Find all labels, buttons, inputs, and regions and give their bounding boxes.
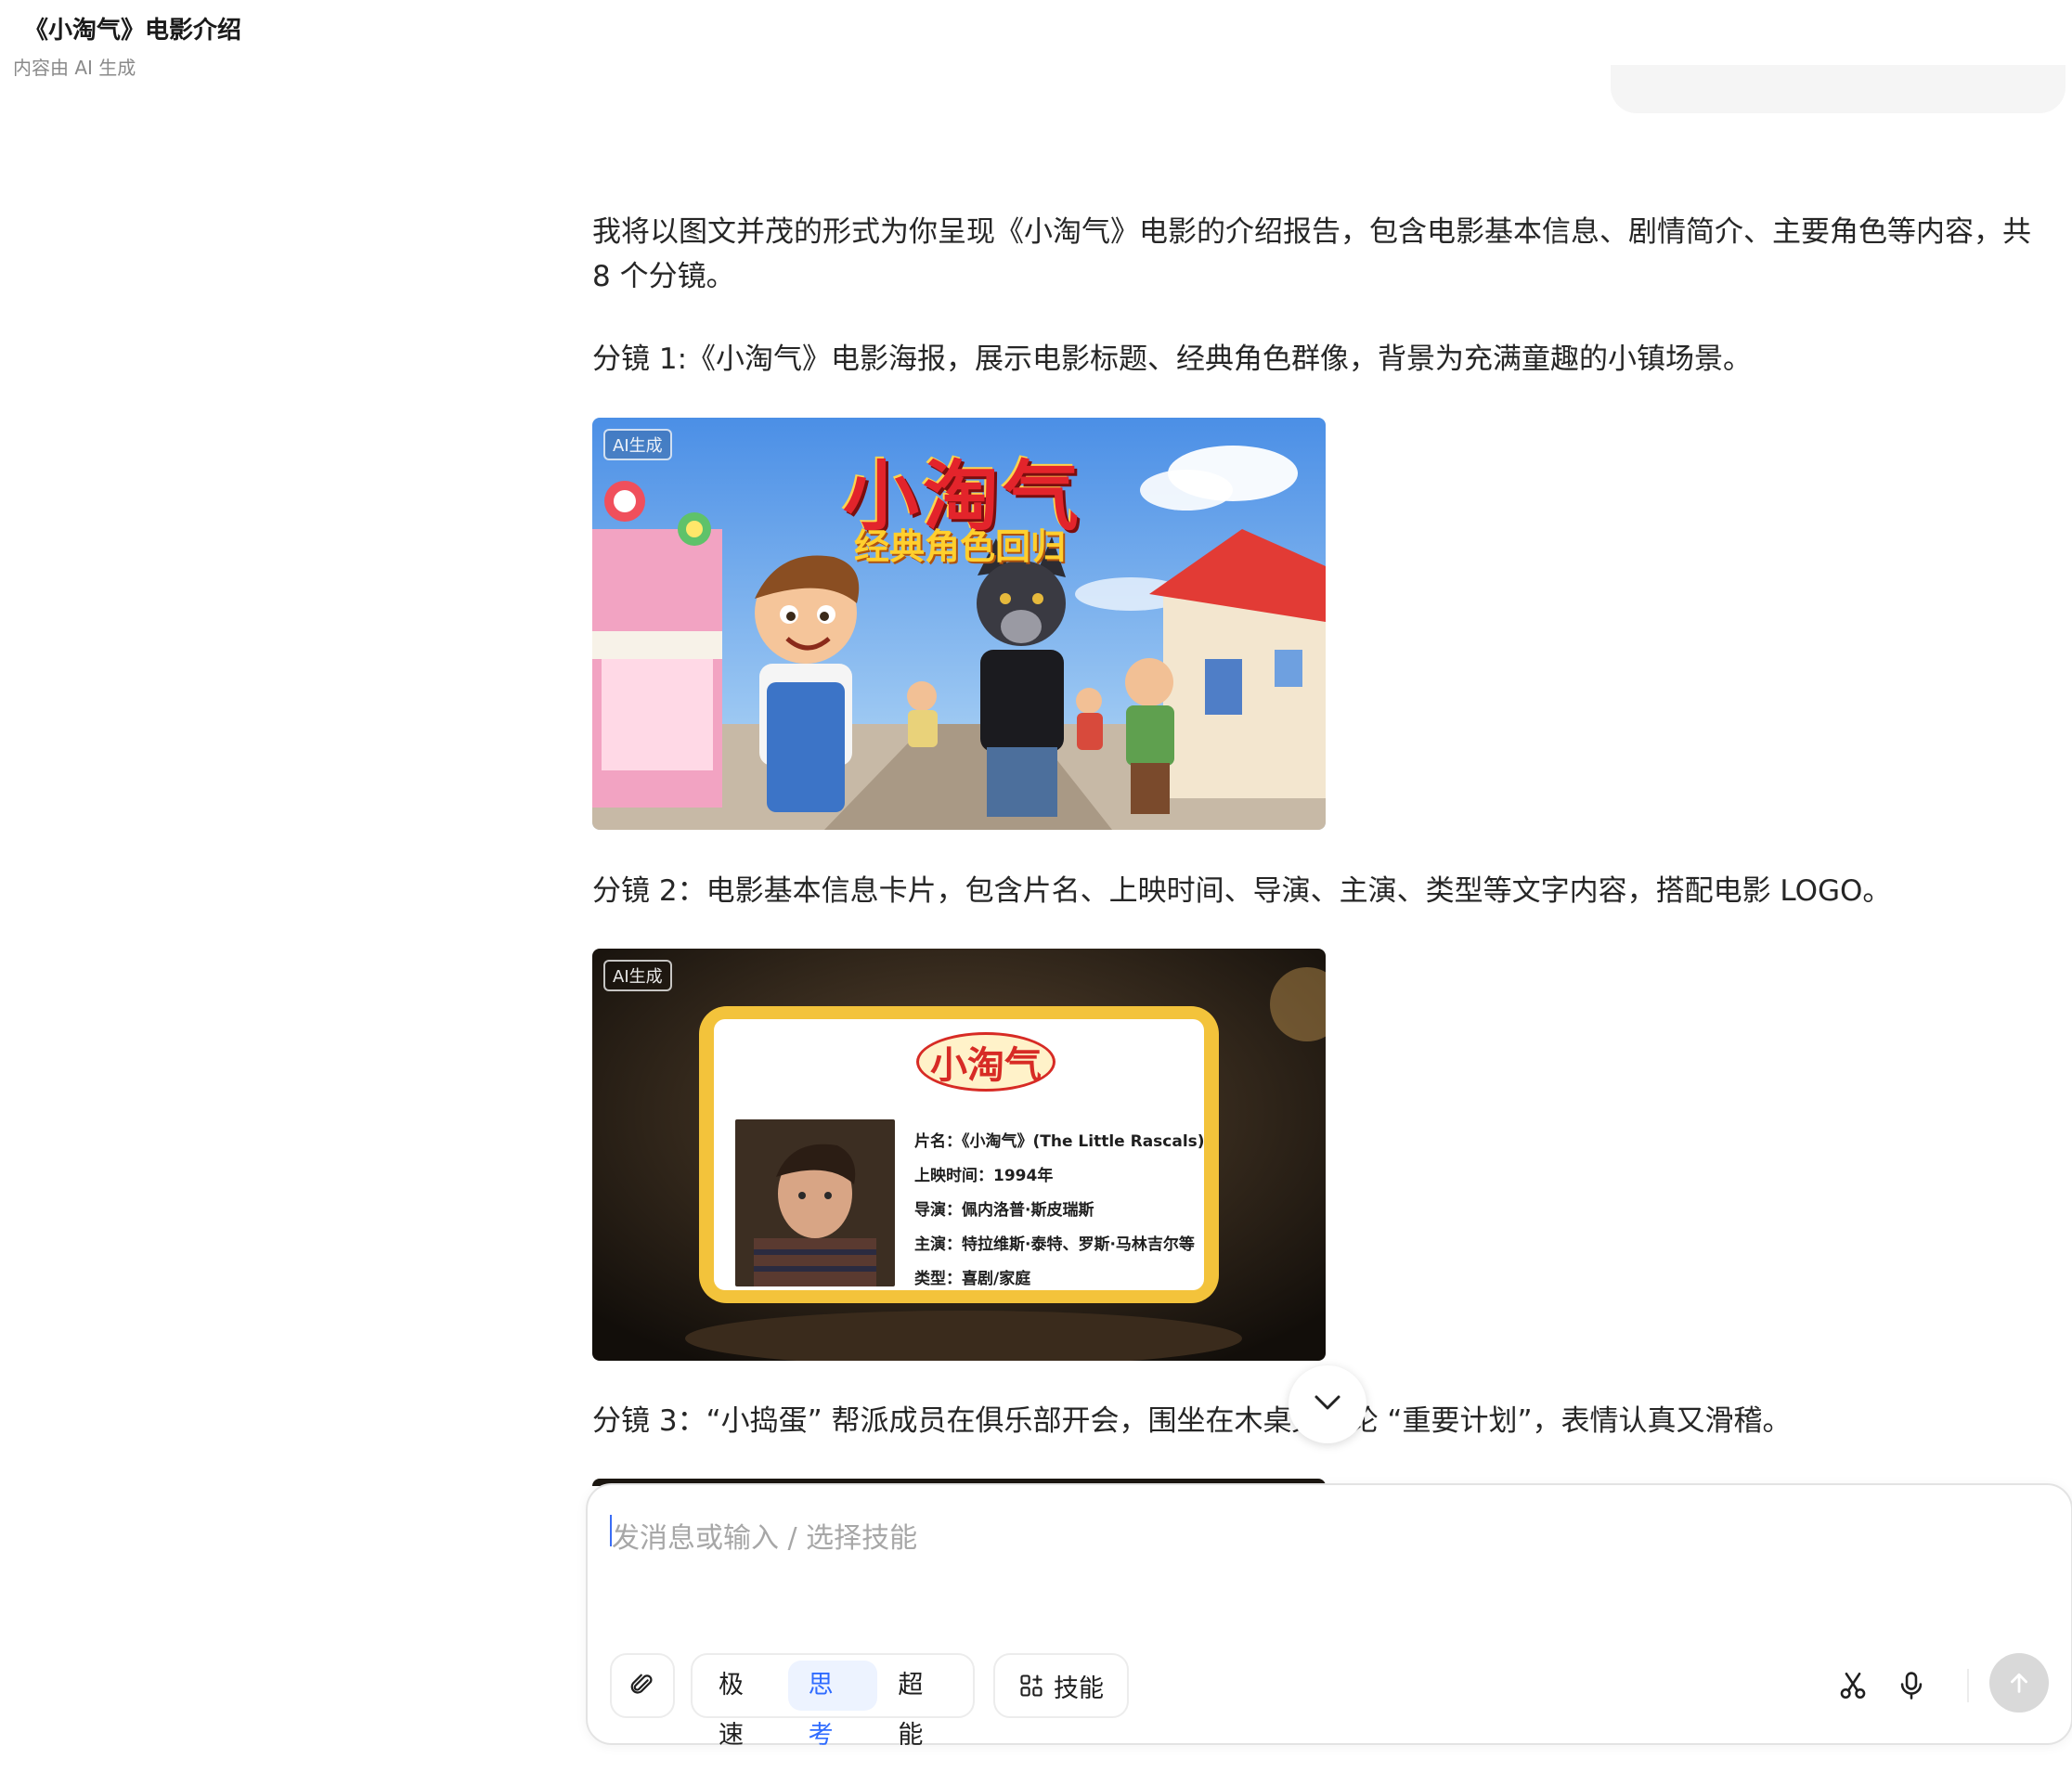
mode-fast[interactable]: 极速	[698, 1661, 788, 1750]
shot-3-text: 分镜 3：“小捣蛋” 帮派成员在俱乐部开会，围坐在木桌旁讨论 “重要计划”，表情…	[592, 1404, 1792, 1438]
ai-generated-badge: AI生成	[603, 960, 672, 991]
chevron-down-icon	[1314, 1395, 1340, 1410]
movie-info-lines: 片名：《小淘气》(The Little Rascals) 上映时间：1994年 …	[914, 1125, 1205, 1297]
info-card-image[interactable]: AI生成 小淘气 片名：《小淘气》(The Little Rascals) 上映…	[592, 949, 1326, 1361]
arrow-up-icon	[2011, 1673, 2027, 1693]
chat-header: 《小淘气》电影介绍 内容由 AI 生成	[0, 0, 2072, 113]
page-title: 《小淘气》电影介绍	[24, 17, 242, 45]
toolbar-divider	[1967, 1669, 1969, 1702]
skills-label: 技能	[1054, 1674, 1104, 1703]
attach-button[interactable]	[610, 1653, 675, 1718]
movie-info-card-body: 小淘气 片名：《小淘气》(The Little Rascals) 上映时间：19	[714, 1019, 1205, 1290]
paperclip-icon	[630, 1674, 653, 1694]
movie-info-card: 小淘气 片名：《小淘气》(The Little Rascals) 上映时间：19	[699, 1006, 1219, 1303]
info-line-director: 导演：佩内洛普·斯皮瑞斯	[914, 1201, 1094, 1220]
mode-super[interactable]: 超能	[877, 1661, 967, 1750]
voice-input-button[interactable]	[1885, 1660, 1937, 1712]
poster-subtitle-text: 经典角色回归	[854, 526, 1067, 567]
ai-generated-note: 内容由 AI 生成	[13, 57, 136, 79]
send-button[interactable]	[1989, 1653, 2049, 1713]
previous-user-message-bubble	[1611, 65, 2066, 113]
scissors-icon	[1840, 1672, 1866, 1700]
skills-grid-icon	[1020, 1674, 1042, 1697]
ai-generated-badge: AI生成	[603, 429, 672, 460]
shot-2-text: 分镜 2：电影基本信息卡片，包含片名、上映时间、导演、主演、类型等文字内容，搭配…	[592, 874, 1892, 908]
mode-selector: 极速 思考 超能	[691, 1653, 975, 1750]
screenshot-button[interactable]	[1827, 1660, 1879, 1712]
message-composer: 极速 思考 超能 技能	[586, 1483, 2072, 1750]
poster-image[interactable]: AI生成 小淘气 经典角色回归	[592, 418, 1326, 830]
skills-button[interactable]: 技能	[993, 1653, 1129, 1718]
info-line-title: 片名：《小淘气》(The Little Rascals)	[914, 1132, 1205, 1151]
text-caret	[610, 1515, 612, 1546]
movie-logo: 小淘气	[916, 1032, 1055, 1092]
mode-think[interactable]: 思考	[787, 1661, 878, 1750]
microphone-icon	[1900, 1672, 1923, 1700]
message-input[interactable]	[610, 1513, 2043, 1619]
info-line-release: 上映时间：1994年	[914, 1167, 1054, 1185]
info-line-cast: 主演：特拉维斯·泰特、罗斯·马林吉尔等	[914, 1235, 1195, 1254]
shot-1-text: 分镜 1:《小淘气》电影海报，展示电影标题、经典角色群像，背景为充满童趣的小镇场…	[592, 343, 1753, 376]
scroll-to-bottom-button[interactable]	[1289, 1365, 1366, 1443]
intro-paragraph: 我将以图文并茂的形式为你呈现《小淘气》电影的介绍报告，包含电影基本信息、剧情简介…	[592, 215, 2031, 293]
actor-photo	[735, 1119, 895, 1286]
info-line-genre: 类型：喜剧/家庭	[914, 1270, 1031, 1288]
